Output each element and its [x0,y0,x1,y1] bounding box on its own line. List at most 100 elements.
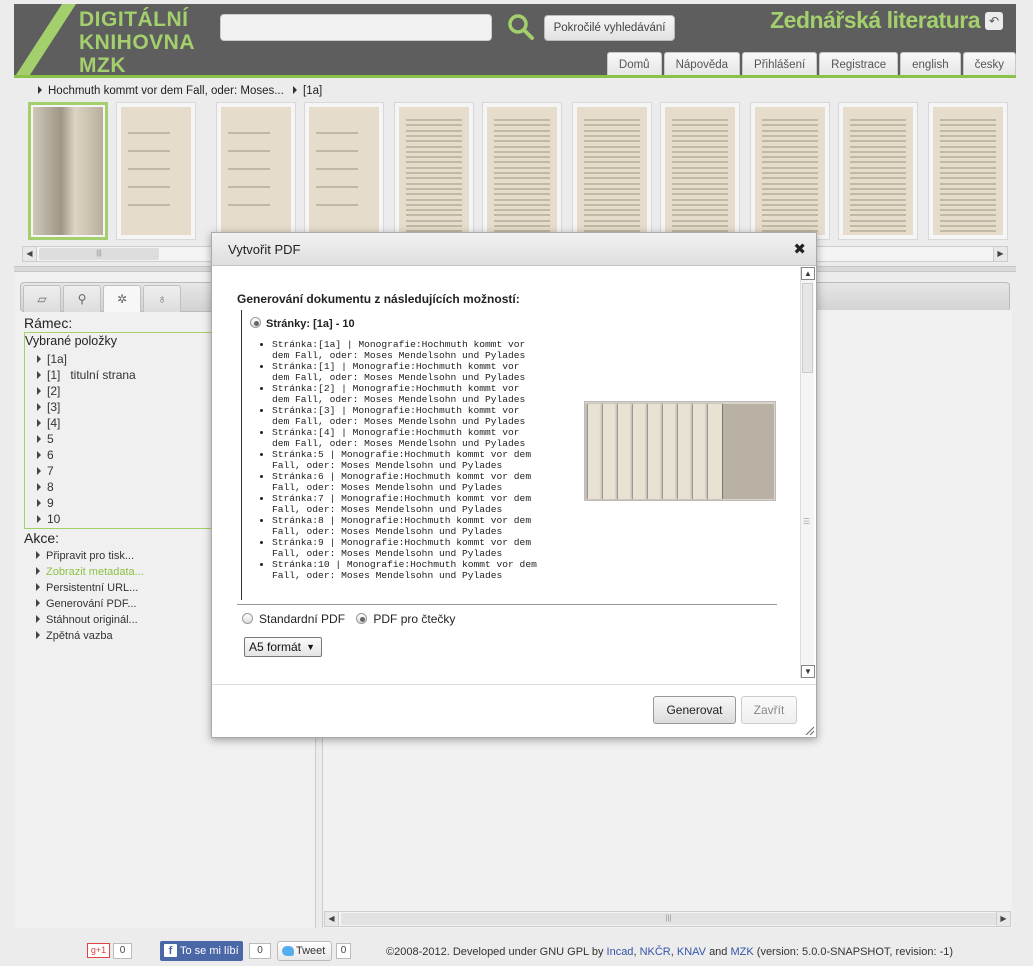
back-arrow-icon[interactable]: ↶ [985,12,1003,30]
scroll-right-icon[interactable]: ▶ [993,247,1007,261]
text-line [940,140,996,143]
selected-item[interactable]: 6 [37,448,54,462]
radio-selected-icon[interactable] [250,317,261,328]
text-line [494,193,550,196]
selected-item-label: [2] [47,384,61,398]
text-line [762,124,818,127]
page-thumbnail[interactable] [216,102,296,240]
link-mzk[interactable]: MZK [730,946,753,958]
page-list-line: Fall, oder: Moses Mendelsohn und Pylades [272,482,503,493]
page-list-item: Stránka:[3] | Monografie:Hochmuth kommt … [272,405,562,427]
radio-reader-pdf[interactable] [356,613,368,624]
link-incad[interactable]: Incad [607,946,634,958]
page-thumbnail[interactable] [572,102,652,240]
page-thumbnail[interactable] [394,102,474,240]
breadcrumb-item[interactable]: Hochmuth kommt vor dem Fall, oder: Moses… [48,85,284,97]
nav-help[interactable]: Nápověda [663,52,741,75]
nav-login[interactable]: Přihlášení [742,52,818,75]
chevron-right-icon [37,371,41,379]
text-line [406,214,462,217]
radio-standard-pdf[interactable] [242,613,253,624]
tab-search[interactable]: ⚲ [63,285,101,312]
page-thumbnail[interactable] [304,102,384,240]
logo[interactable]: DIGITÁLNÍ KNIHOVNA MZK [14,4,214,75]
selected-item[interactable]: [2] [37,384,60,398]
action-item[interactable]: Zpětná vazba [36,630,113,642]
scroll-left-icon[interactable]: ◀ [325,912,339,926]
text-line [584,225,640,227]
page-thumbnail[interactable] [28,102,108,240]
text-line [494,140,550,143]
page-list-item: Stránka:9 | Monografie:Hochmuth kommt vo… [272,537,562,559]
chevron-right-icon [37,403,41,411]
advanced-search-button[interactable]: Pokročilé vyhledávání [544,15,675,41]
scrollbar-thumb[interactable] [802,283,813,373]
page-thumbnail[interactable] [660,102,740,240]
selected-item[interactable]: 10 [37,512,60,526]
selected-item[interactable]: 5 [37,432,54,446]
text-line [940,145,996,148]
site-title[interactable]: Zednářská literatura [770,7,980,34]
dialog-header[interactable]: Vytvořit PDF ✖ [212,233,816,266]
text-line [940,203,996,206]
scrollbar-thumb[interactable]: ||| [39,248,159,260]
selected-item[interactable]: [1] titulní strana [37,368,136,382]
selected-item[interactable]: 8 [37,480,54,494]
nav-register[interactable]: Registrace [819,52,899,75]
action-item[interactable]: Persistentní URL... [36,582,138,594]
nav-czech[interactable]: česky [962,52,1016,75]
standard-pdf-label[interactable]: Standardní PDF [259,612,345,626]
action-item[interactable]: Zobrazit metadata... [36,566,144,578]
scrollbar-thumb[interactable]: ||| [341,913,996,925]
selected-item[interactable]: [4] [37,416,60,430]
tab-folder[interactable]: ▱ [23,285,61,312]
scroll-right-icon[interactable]: ▶ [996,912,1010,926]
selected-item[interactable]: [3] [37,400,60,414]
dialog-footer: Generovat Zavřít [212,684,816,737]
page-thumbnail[interactable] [838,102,918,240]
scroll-down-icon[interactable]: ▼ [801,665,815,678]
generate-button[interactable]: Generovat [653,696,736,724]
dialog-scrollbar[interactable]: ▲ ☰ ▼ [800,267,815,678]
tab-settings[interactable]: ✲ [103,285,141,312]
page-thumbnail[interactable] [750,102,830,240]
reader-pdf-label[interactable]: PDF pro čtečky [373,612,455,626]
page-list-item: Stránka:[1a] | Monografie:Hochmuth kommt… [272,339,562,361]
action-item[interactable]: Připravit pro tisk... [36,550,134,562]
nav-home[interactable]: Domů [606,52,662,75]
page-thumbnail[interactable] [482,102,562,240]
text-line [228,186,270,188]
google-plus-button[interactable]: g+1 [87,943,110,958]
selected-item[interactable]: 9 [37,496,54,510]
viewer-scrollbar[interactable]: ◀ ||| ▶ [324,911,1011,927]
selected-item[interactable]: [1a] [37,352,67,366]
nav-english[interactable]: english [900,52,961,75]
text-line [762,193,818,196]
pages-preview-image [584,401,776,501]
close-button[interactable]: Zavřít [741,696,797,724]
page-image [33,107,103,235]
facebook-like-button[interactable]: f To se mi líbí [160,941,243,961]
scroll-up-icon[interactable]: ▲ [801,267,815,280]
selected-item[interactable]: 7 [37,464,54,478]
page-thumbnail[interactable] [116,102,196,240]
pages-option[interactable]: Stránky: [1a] - 10 [250,317,355,330]
breadcrumb-item[interactable]: [1a] [303,85,322,97]
page-thumbnail[interactable] [928,102,1008,240]
tweet-button[interactable]: Tweet [277,941,332,961]
scroll-left-icon[interactable]: ◀ [23,247,37,261]
page-list-line: Stránka:[2] | Monografie:Hochmuth kommt … [272,383,520,394]
action-item[interactable]: Stáhnout originál... [36,614,138,626]
search-input[interactable] [220,14,492,41]
text-line [672,150,728,153]
link-nkcr[interactable]: NKČR [640,946,671,958]
text-line [850,124,906,127]
chevron-right-icon [36,631,40,639]
tab-tips[interactable]: ♁ [143,285,181,312]
link-knav[interactable]: KNAV [677,946,706,958]
action-item[interactable]: Generování PDF... [36,598,137,610]
page-size-select[interactable]: A5 formát ▼ [244,637,322,657]
search-icon[interactable] [506,12,536,42]
resize-handle-icon[interactable] [804,725,814,735]
close-icon[interactable]: ✖ [793,240,806,258]
